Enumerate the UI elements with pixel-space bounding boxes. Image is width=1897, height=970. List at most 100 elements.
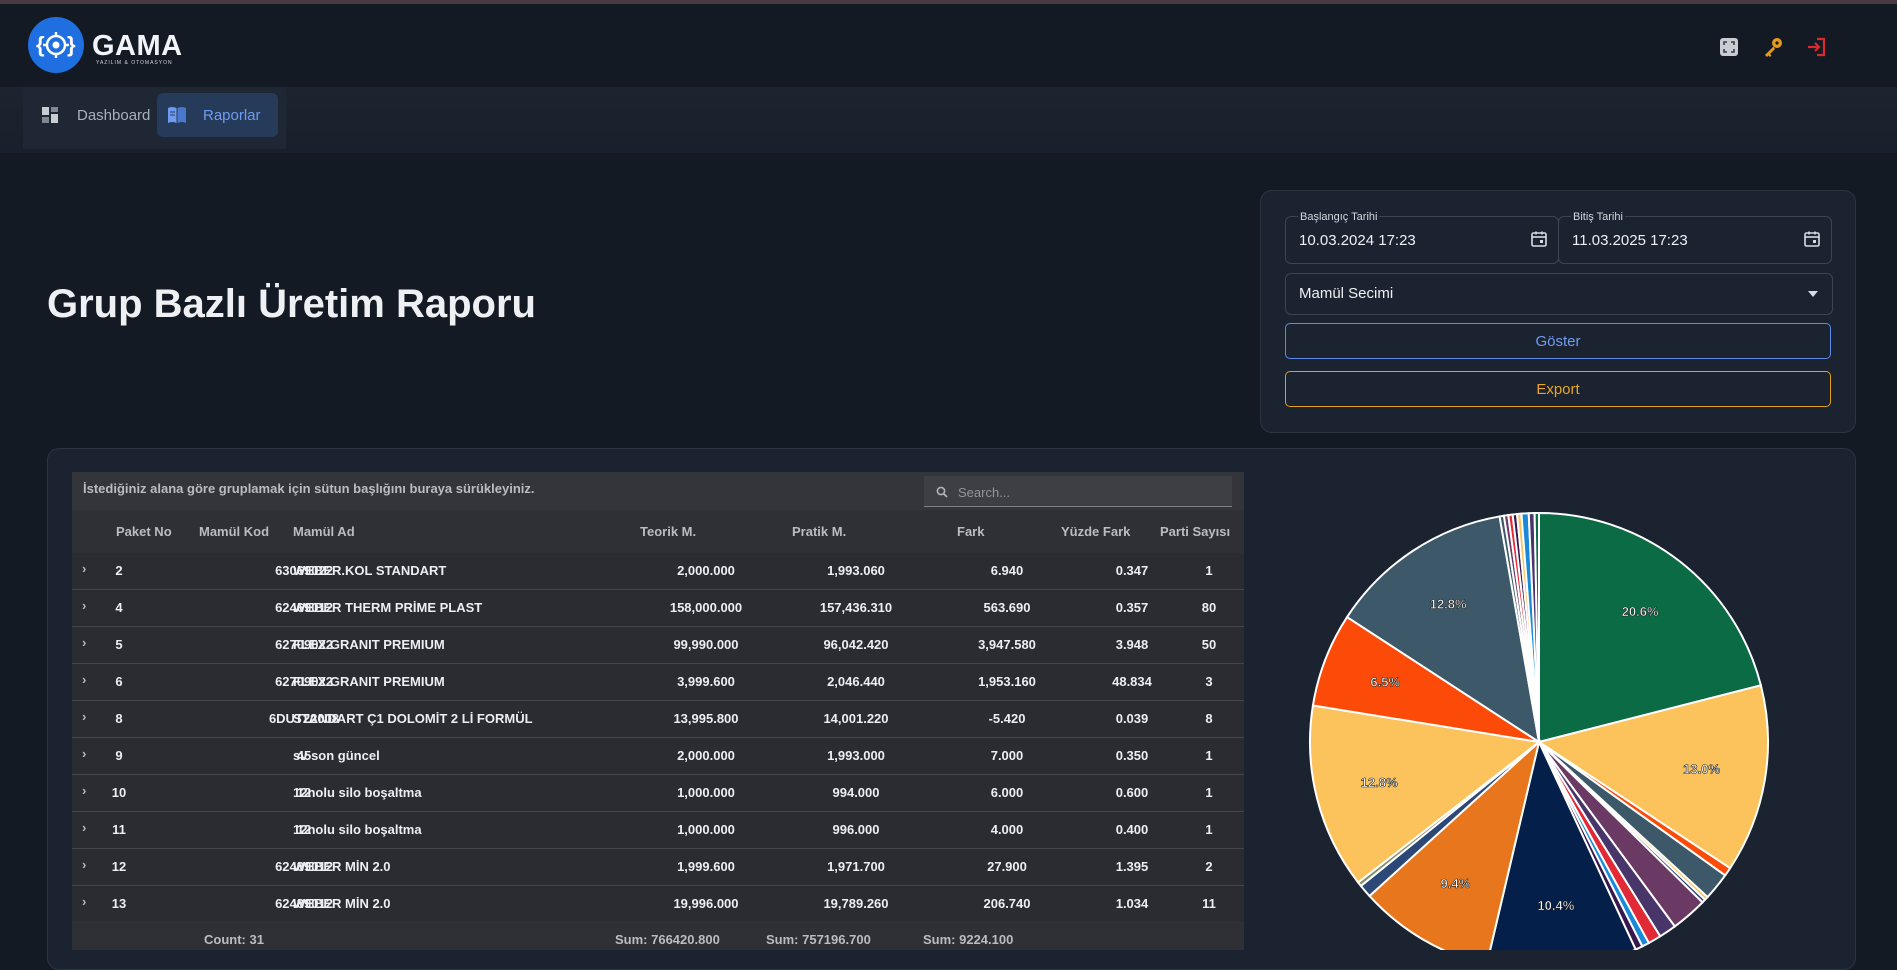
table-row[interactable]: › 9 45 sv son güncel 2,000.000 1,993.000… (72, 738, 1244, 775)
cell-teorik: 1,999.600 (677, 859, 735, 874)
cell-teorik: 1,000.000 (677, 785, 735, 800)
footer-sum-pratik: Sum: 757196.700 (766, 932, 871, 947)
cell-parti-sayisi: 2 (1205, 859, 1213, 874)
cell-paket-no: 11 (112, 822, 126, 837)
cell-fark: 3,947.580 (978, 637, 1036, 652)
end-date-field[interactable]: Bitiş Tarihi 11.03.2025 17:23 (1558, 211, 1832, 264)
cell-paket-no: 13 (111, 896, 127, 911)
pie-label-16: 6.5% (1370, 675, 1400, 690)
logo-title: GAMA (92, 30, 183, 62)
table-row[interactable]: › 10 12 12nolu silo boşaltma 1,000.000 9… (72, 775, 1244, 812)
product-select[interactable]: Mamül Secimi (1285, 273, 1833, 315)
cell-mamul-ad: WEBER THERM PRİME PLAST (293, 600, 483, 615)
cell-yuzde-fark: 0.357 (1115, 600, 1149, 615)
footer-count: Count: 31 (204, 932, 264, 947)
cell-mamul-ad: WEBER.KOL STANDART (293, 563, 447, 578)
cell-teorik: 2,000.000 (677, 748, 735, 763)
cell-paket-no: 6 (115, 674, 123, 689)
cell-pratik: 994.000 (832, 785, 880, 800)
column-header-fark[interactable]: Fark (957, 524, 984, 539)
calendar-icon[interactable] (1803, 230, 1821, 248)
column-header-paket-no[interactable]: Paket No (116, 524, 172, 539)
search-icon (936, 485, 948, 498)
nav-item-label: Raporlar (203, 106, 261, 124)
cell-mamul-ad: 12nolu silo boşaltma (293, 785, 422, 800)
search-input[interactable] (956, 482, 1220, 502)
table-row[interactable]: › 5 62709022 FLEX GRANIT PREMIUM 99,990.… (72, 627, 1244, 664)
logout-icon[interactable] (1803, 34, 1829, 60)
cell-mamul-ad: FLEX GRANIT PREMIUM (293, 674, 445, 689)
cell-parti-sayisi: 8 (1205, 711, 1213, 726)
cell-mamul-ad: WEBER MİN 2.0 (293, 896, 391, 911)
table-header: Paket No Mamül Kod Mamül Ad Teorik M. Pr… (72, 510, 1244, 554)
cell-parti-sayisi: 80 (1201, 600, 1217, 615)
cell-parti-sayisi: 3 (1205, 674, 1213, 689)
table-row[interactable]: › 8 6DUT22008 STANDART Ç1 DOLOMİT 2 Lİ F… (72, 701, 1244, 738)
nav-item-raporlar[interactable]: Raporlar (157, 93, 278, 137)
page-title: Grup Bazlı Üretim Raporu (47, 282, 536, 326)
cell-fark: 6.000 (990, 785, 1024, 800)
cell-teorik: 99,990.000 (673, 637, 739, 652)
app-header: { } GAMA YAZILIM & OTOMASYON (0, 4, 1897, 87)
cell-mamul-ad: WEBER MİN 2.0 (293, 859, 391, 874)
cell-parti-sayisi: 1 (1205, 563, 1213, 578)
cell-fark: 6.940 (990, 563, 1024, 578)
end-date-value[interactable]: 11.03.2025 17:23 (1572, 232, 1688, 249)
key-icon[interactable] (1760, 34, 1786, 60)
cell-fark: 7.000 (990, 748, 1024, 763)
group-panel[interactable]: İstediğiniz alana göre gruplamak için sü… (72, 472, 1244, 510)
cell-paket-no: 2 (115, 563, 123, 578)
cell-parti-sayisi: 1 (1205, 822, 1213, 837)
start-date-value[interactable]: 10.03.2024 17:23 (1299, 232, 1416, 249)
table-row[interactable]: › 4 62469012 WEBER THERM PRİME PLAST 158… (72, 590, 1244, 627)
nav-item-label: Dashboard (77, 106, 151, 124)
cell-paket-no: 8 (115, 711, 123, 726)
cell-teorik: 158,000.000 (669, 600, 743, 615)
cell-yuzde-fark: 3.948 (1115, 637, 1149, 652)
cell-yuzde-fark: 0.039 (1115, 711, 1149, 726)
group-panel-text: İstediğiniz alana göre gruplamak için sü… (83, 481, 535, 496)
pie-chart: 20.6% 13.0% 10.4% 9.4% 12.8% 6.5% 12.8% (1309, 511, 1769, 950)
data-grid: İstediğiniz alana göre gruplamak için sü… (72, 472, 1244, 950)
table-row[interactable]: › 12 62489012 WEBER MİN 2.0 1,999.600 1,… (72, 849, 1244, 886)
pie-label-1: 13.0% (1683, 761, 1720, 776)
nav-item-dashboard[interactable]: Dashboard (31, 93, 161, 137)
cell-pratik: 19,789.260 (823, 896, 889, 911)
cell-yuzde-fark: 48.834 (1112, 674, 1152, 689)
column-header-teorik[interactable]: Teorik M. (640, 524, 696, 539)
book-icon (167, 104, 189, 126)
cell-paket-no: 10 (111, 785, 127, 800)
cell-parti-sayisi: 1 (1205, 785, 1213, 800)
table-row[interactable]: › 13 62489012 WEBER MİN 2.0 19,996.000 1… (72, 886, 1244, 923)
calendar-icon[interactable] (1530, 230, 1548, 248)
nav-group: Dashboard Raporlar (23, 87, 286, 149)
start-date-field[interactable]: Başlangıç Tarihi 10.03.2024 17:23 (1285, 211, 1559, 264)
table-row[interactable]: › 2 63069022 WEBER.KOL STANDART 2,000.00… (72, 553, 1244, 590)
cell-pratik: 157,436.310 (819, 600, 893, 615)
column-header-mamul-kod[interactable]: Mamül Kod (199, 524, 269, 539)
table-row[interactable]: › 11 12 12nolu silo boşaltma 1,000.000 9… (72, 812, 1244, 849)
column-header-pratik[interactable]: Pratik M. (792, 524, 846, 539)
dashboard-icon (41, 104, 63, 126)
cell-pratik: 14,001.220 (823, 711, 889, 726)
export-button[interactable]: Export (1285, 371, 1831, 407)
cell-pratik: 996.000 (832, 822, 880, 837)
logo-icon[interactable]: { } (28, 17, 84, 73)
cell-parti-sayisi: 11 (1202, 896, 1216, 911)
column-header-parti-sayisi[interactable]: Parti Sayısı (1160, 524, 1230, 539)
table-body: › 2 63069022 WEBER.KOL STANDART 2,000.00… (72, 553, 1244, 923)
fullscreen-icon[interactable] (1716, 34, 1742, 60)
cell-yuzde-fark: 1.034 (1115, 896, 1149, 911)
product-select-value: Mamül Secimi (1299, 285, 1394, 302)
search-box[interactable] (924, 476, 1232, 507)
table-row[interactable]: › 6 62709022 FLEX GRANIT PREMIUM 3,999.6… (72, 664, 1244, 701)
column-header-mamul-ad[interactable]: Mamül Ad (293, 524, 355, 539)
cell-paket-no: 4 (115, 600, 123, 615)
column-header-yuzde-fark[interactable]: Yüzde Fark (1061, 524, 1130, 539)
cell-paket-no: 5 (115, 637, 123, 652)
cell-pratik: 1,993.000 (827, 748, 885, 763)
cell-teorik: 13,995.800 (673, 711, 739, 726)
cell-fark: 1,953.160 (978, 674, 1036, 689)
show-button[interactable]: Göster (1285, 323, 1831, 359)
cell-mamul-ad: 12nolu silo boşaltma (293, 822, 422, 837)
